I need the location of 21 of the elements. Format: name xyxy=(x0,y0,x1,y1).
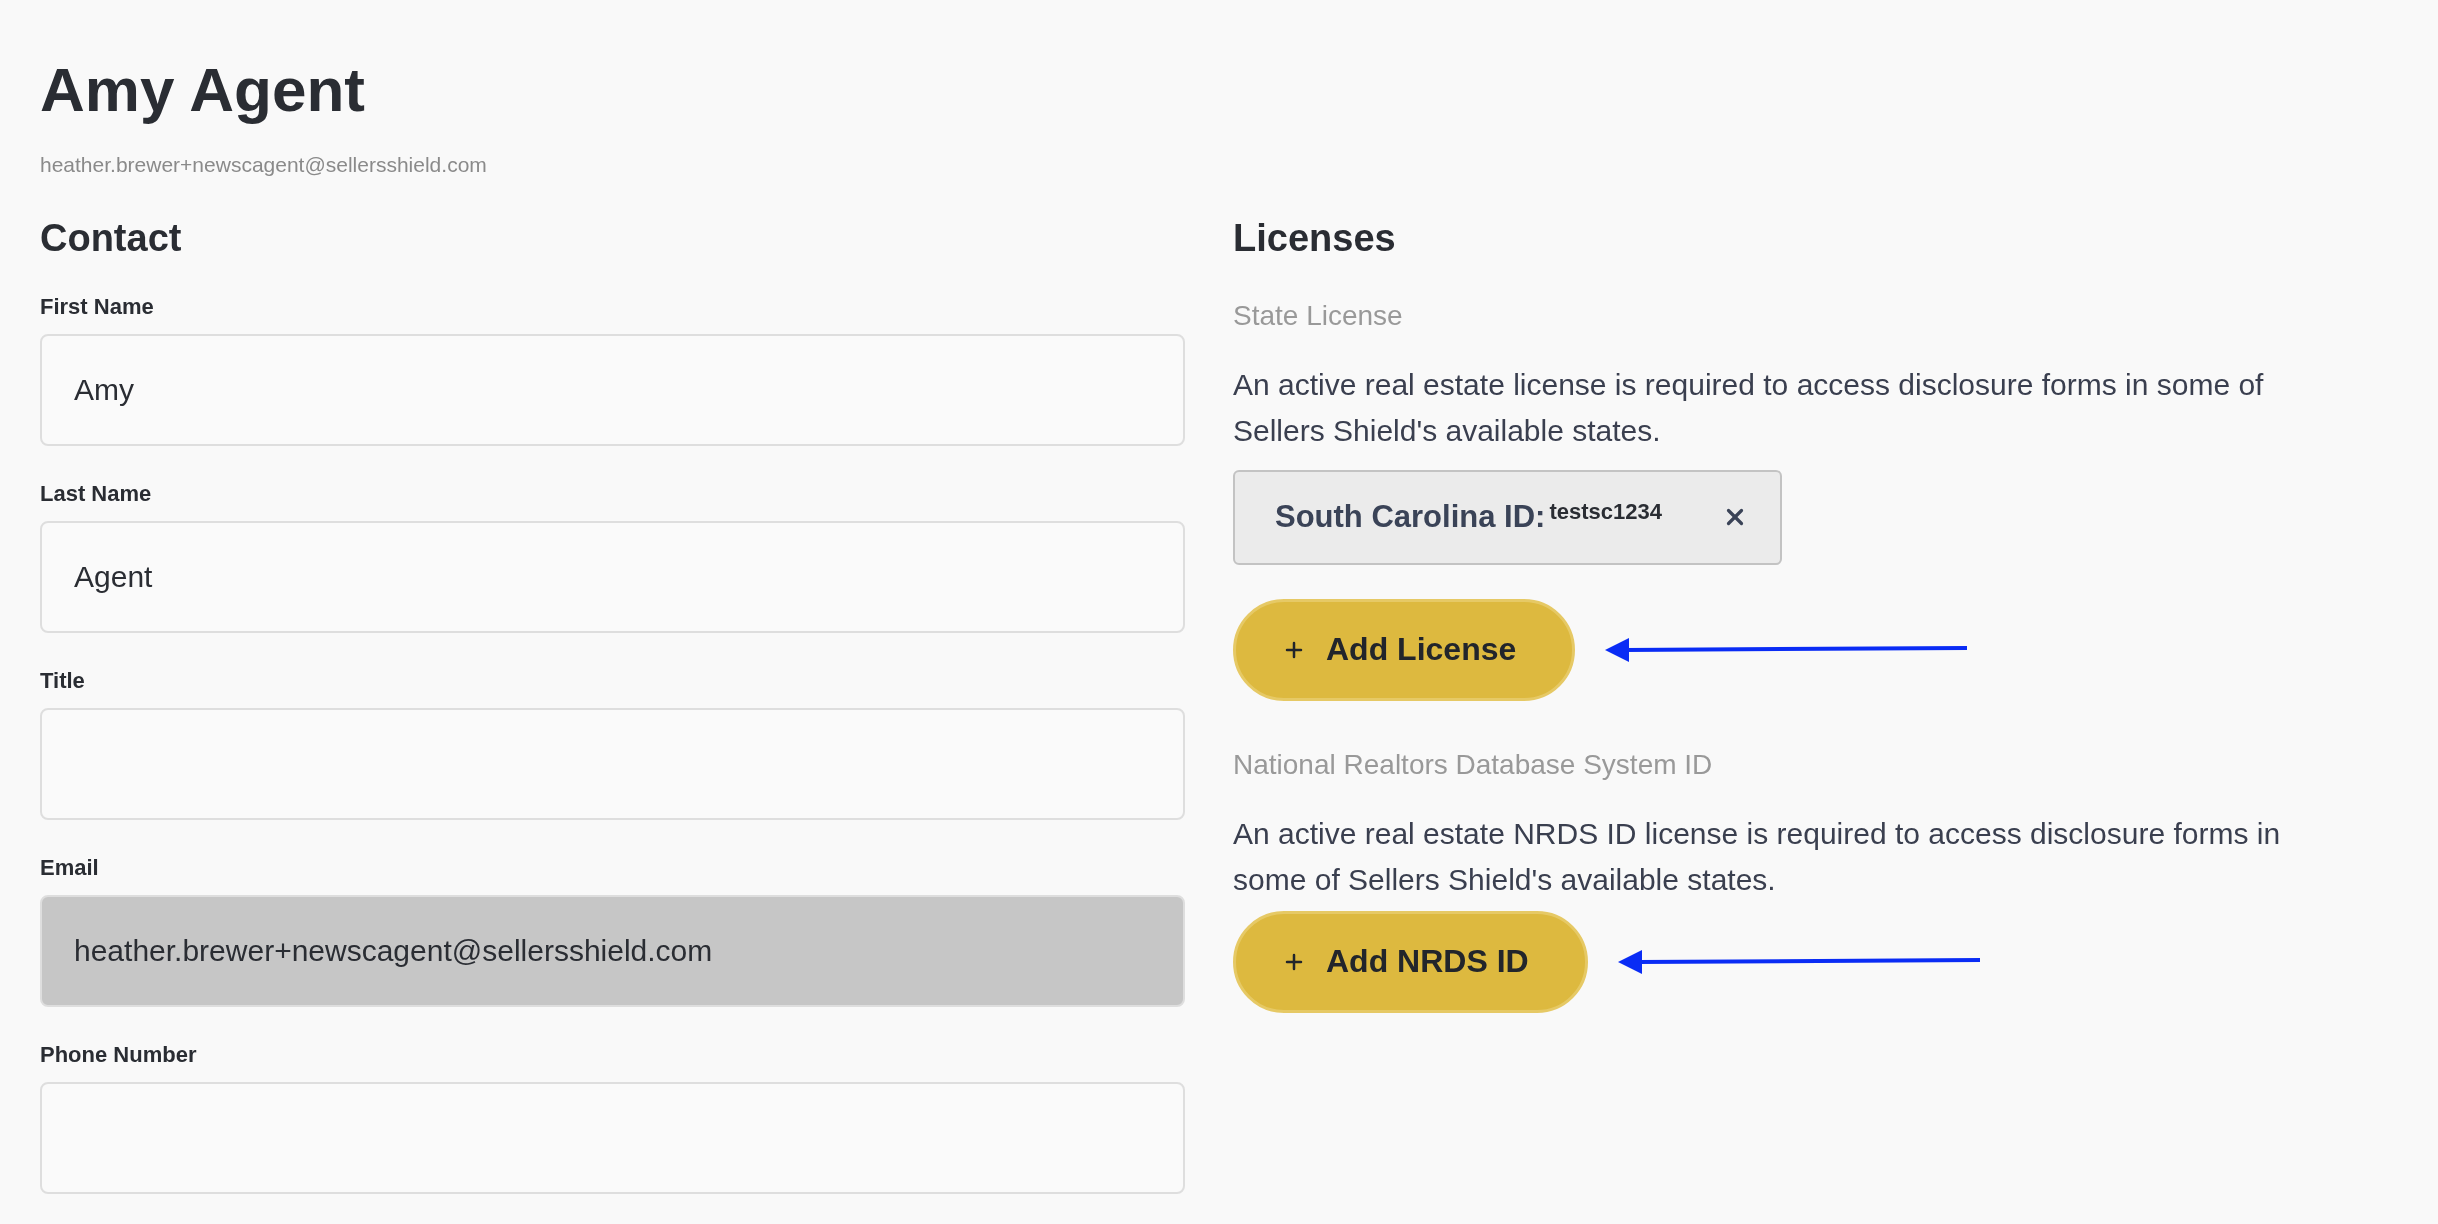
description-text: An active real estate license is required to access disclosure forms in some of Sellers Shield's available states. xyxy=(1233,366,2265,449)
license-value: testsc1234 xyxy=(1549,499,1662,526)
subsection-title: National Realtors Database System ID xyxy=(1233,748,1714,781)
field-label: Last Name xyxy=(40,480,153,507)
input-field[interactable] xyxy=(40,1081,1185,1194)
license-label: South Carolina ID: xyxy=(1275,499,1546,536)
field-label: Phone Number xyxy=(40,1041,198,1068)
input-field[interactable] xyxy=(40,707,1185,820)
section-heading: Licenses xyxy=(1233,216,1397,262)
description-text: An active real estate NRDS ID license is required to access disclosure forms in some of Sellers Shield's available states. xyxy=(1233,815,2282,898)
section-heading: Contact xyxy=(40,216,183,262)
profile-name: Amy Agent xyxy=(40,56,366,125)
add-button[interactable]: Add License xyxy=(1233,598,1576,701)
add-button[interactable]: Add NRDS ID xyxy=(1233,910,1588,1013)
subsection-title: State License xyxy=(1233,299,1404,332)
field-label: First Name xyxy=(40,293,155,320)
profile-email: heather.brewer+newscagent@sellersshield.com xyxy=(40,153,488,178)
input-field[interactable]: Amy xyxy=(40,333,1185,446)
field-label: Email xyxy=(40,854,100,881)
field-label: Title xyxy=(40,667,86,694)
input-field[interactable]: Agent xyxy=(40,520,1185,633)
